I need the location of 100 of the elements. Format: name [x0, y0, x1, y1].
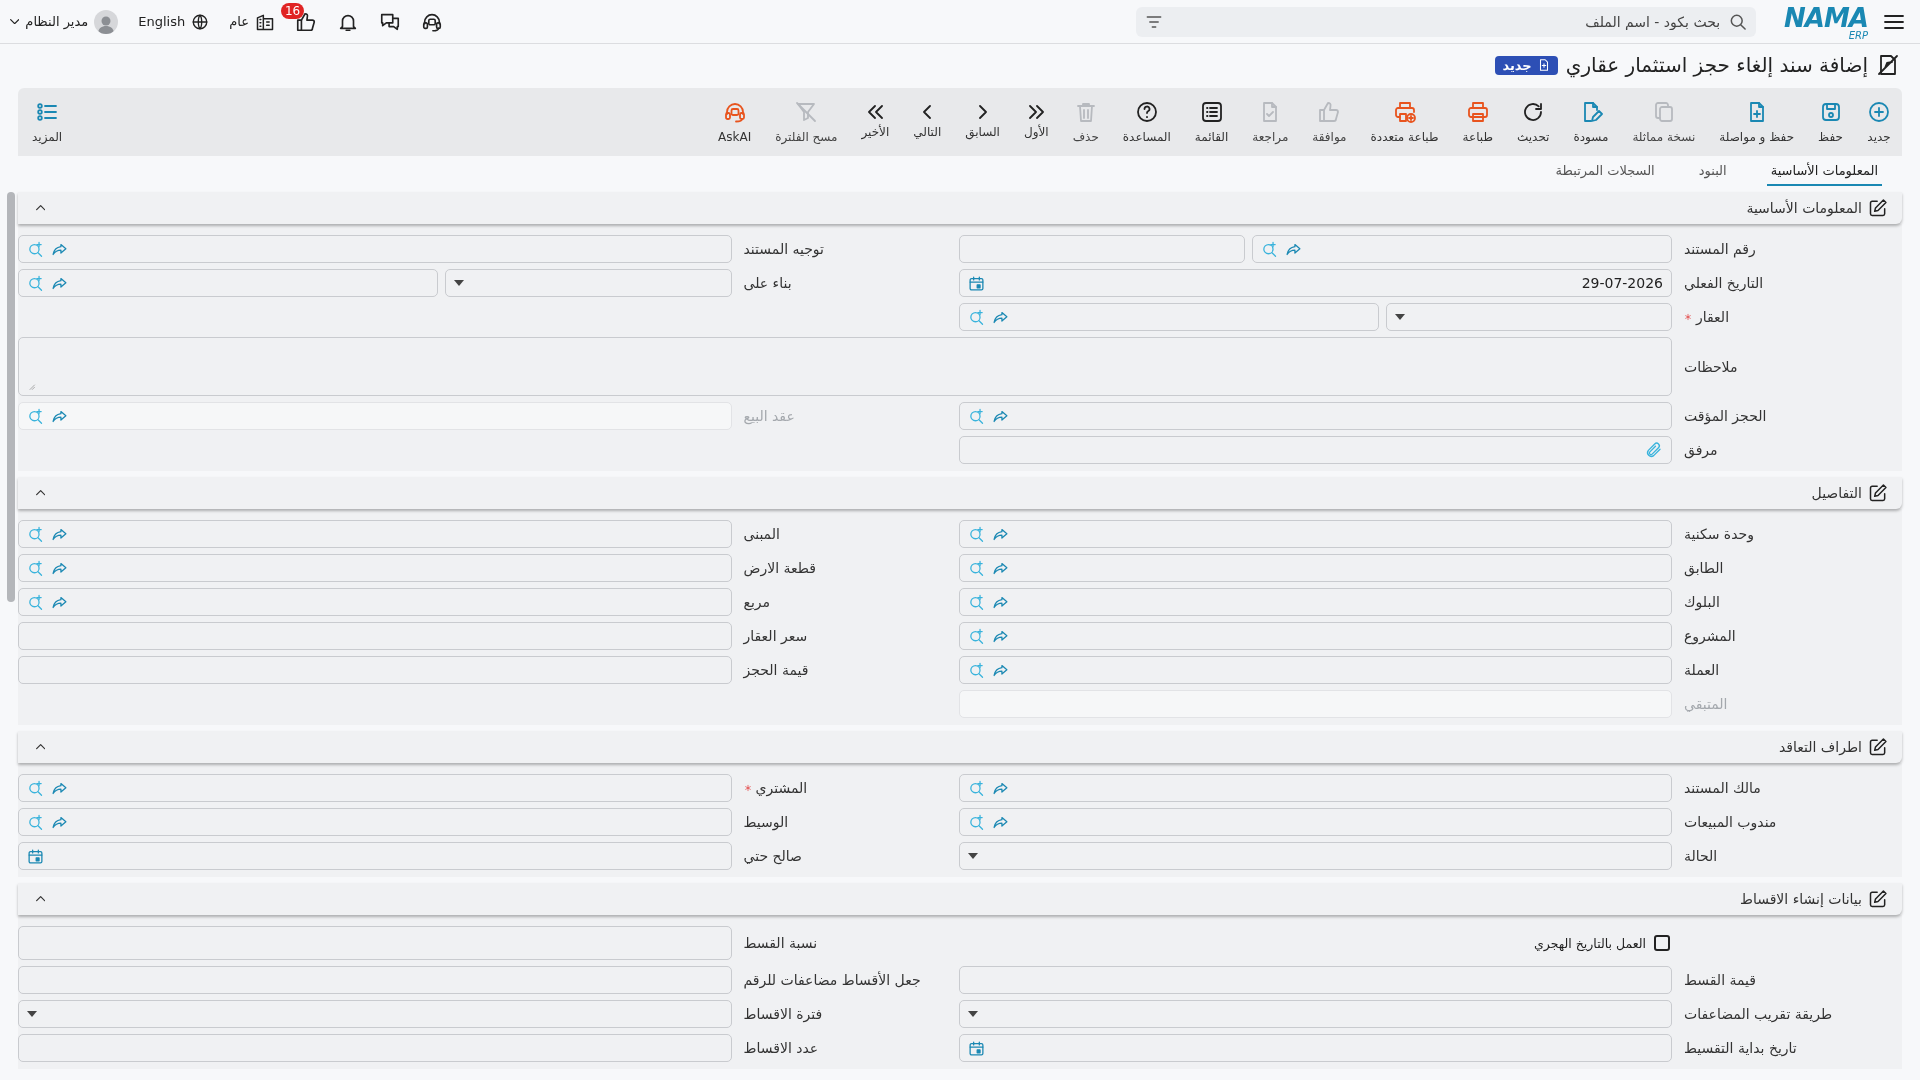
search-add-icon[interactable] [27, 813, 44, 831]
collapse-chevron-icon[interactable] [36, 205, 46, 211]
tab[interactable]: البنود [1694, 163, 1731, 186]
checkbox[interactable] [1654, 935, 1670, 951]
input-field[interactable] [18, 926, 732, 960]
caret-icon[interactable] [10, 18, 20, 25]
toolbar-button[interactable]: الأول [1020, 105, 1052, 139]
toolbar-button[interactable]: حفظ [1815, 100, 1846, 144]
search-add-icon[interactable] [967, 525, 985, 543]
search-add-icon[interactable] [967, 559, 985, 577]
input-field[interactable] [958, 235, 1245, 263]
search-add-icon[interactable] [967, 308, 985, 326]
lookup-field[interactable] [18, 520, 732, 548]
lookup-field[interactable] [958, 774, 1672, 802]
user-name[interactable]: مدير النظام [25, 14, 89, 29]
input-field[interactable] [958, 966, 1672, 994]
dropdown-field[interactable] [1385, 303, 1672, 331]
search-add-icon[interactable] [27, 593, 44, 611]
toolbar-button[interactable]: جديد [1864, 100, 1894, 144]
tab[interactable]: السجلات المرتبطة [1551, 163, 1659, 186]
company-label[interactable]: عام [229, 14, 249, 29]
lookup-field[interactable] [18, 235, 732, 263]
date-field[interactable]: 29-07-2026 [958, 269, 1672, 297]
lookup-field[interactable] [18, 269, 439, 297]
input-field[interactable] [18, 622, 732, 650]
dropdown-field[interactable] [958, 842, 1672, 870]
toolbar-button[interactable]: الأخير [858, 105, 893, 139]
chevron-icon [923, 105, 932, 119]
toolbar-button[interactable]: طباعة [1459, 100, 1496, 144]
input-field[interactable] [18, 656, 732, 684]
search-add-icon[interactable] [1260, 240, 1278, 258]
search-add-icon[interactable] [967, 779, 985, 797]
search-bar[interactable]: بحث بكود - اسم الملف [1136, 6, 1757, 37]
field-label: قيمة الحجز [743, 662, 809, 678]
lookup-field[interactable] [958, 303, 1379, 331]
paperclip-icon[interactable] [1645, 441, 1663, 459]
toolbar-button[interactable]: AskAI [715, 100, 755, 144]
dropdown-field[interactable] [445, 269, 732, 297]
lookup-field[interactable] [1251, 235, 1672, 263]
lookup-field[interactable] [18, 774, 732, 802]
search-add-icon[interactable] [967, 813, 985, 831]
calendar-icon[interactable] [967, 274, 985, 292]
toolbar-button[interactable]: طباعة متعددة [1367, 100, 1442, 144]
search-add-icon[interactable] [967, 593, 985, 611]
logo-subtext: ERP [1848, 29, 1868, 41]
lookup-field[interactable] [958, 554, 1672, 582]
search-add-icon[interactable] [27, 559, 44, 577]
collapse-chevron-icon[interactable] [36, 490, 46, 496]
field-label: سعر العقار [743, 628, 808, 644]
search-add-icon[interactable] [967, 627, 985, 645]
status-badge: جديد [1495, 55, 1558, 75]
toolbar-button[interactable]: مسودة [1570, 100, 1612, 144]
calendar-icon[interactable] [27, 847, 44, 865]
lookup-field[interactable] [18, 808, 732, 836]
field-label: قيمة القسط [1684, 972, 1756, 988]
field-label: المشروع [1684, 628, 1736, 644]
more-button[interactable]: المزيد [26, 100, 66, 144]
search-add-icon[interactable] [27, 240, 44, 258]
field-label: الوسيط [743, 814, 789, 830]
collapse-chevron-icon[interactable] [36, 744, 46, 750]
toolbar-button[interactable]: حفظ و مواصلة [1716, 100, 1798, 144]
dropdown-field[interactable] [958, 1000, 1672, 1028]
lookup-field[interactable] [18, 554, 732, 582]
text-area[interactable] [18, 337, 1672, 396]
scrollbar[interactable] [7, 192, 15, 602]
printer-plus-icon [1392, 100, 1417, 124]
lookup-field[interactable] [958, 808, 1672, 836]
calendar-icon[interactable] [967, 1039, 985, 1057]
globe-icon[interactable] [191, 12, 210, 31]
toolbar-button[interactable]: السابق [962, 105, 1003, 139]
headset-icon [722, 100, 747, 124]
toolbar-button[interactable]: تحديث [1513, 100, 1553, 144]
search-add-icon[interactable] [967, 407, 985, 425]
tab[interactable]: المعلومات الأساسية [1766, 163, 1882, 186]
search-add-icon[interactable] [27, 779, 44, 797]
language-link[interactable]: English [138, 14, 186, 29]
section-title: المعلومات الأساسية [1746, 200, 1862, 216]
collapse-chevron-icon[interactable] [36, 896, 46, 902]
search-add-icon[interactable] [27, 274, 44, 292]
dropdown-field[interactable] [18, 1000, 732, 1028]
toolbar-button[interactable]: المساعدة [1119, 100, 1174, 144]
lookup-field[interactable] [958, 656, 1672, 684]
search-add-icon[interactable] [967, 661, 985, 679]
lookup-field[interactable] [958, 622, 1672, 650]
attachment-field[interactable] [958, 436, 1672, 464]
search-add-icon[interactable] [27, 525, 44, 543]
lookup-field[interactable] [958, 588, 1672, 616]
date-field[interactable] [18, 842, 732, 870]
input-field[interactable] [18, 966, 732, 994]
lookup-field[interactable] [18, 588, 732, 616]
toolbar-button[interactable]: القائمة [1191, 100, 1232, 144]
search-input[interactable]: بحث بكود - اسم الملف [1170, 12, 1723, 31]
field-label: عقد البيع [743, 408, 795, 424]
lookup-field[interactable] [958, 520, 1672, 548]
toolbar-button[interactable]: التالي [910, 105, 945, 139]
date-field[interactable] [958, 1034, 1672, 1062]
lookup-field[interactable] [958, 402, 1672, 430]
avatar[interactable] [94, 9, 119, 34]
input-field[interactable] [18, 1034, 732, 1062]
thumbs-up-icon [1317, 100, 1342, 124]
